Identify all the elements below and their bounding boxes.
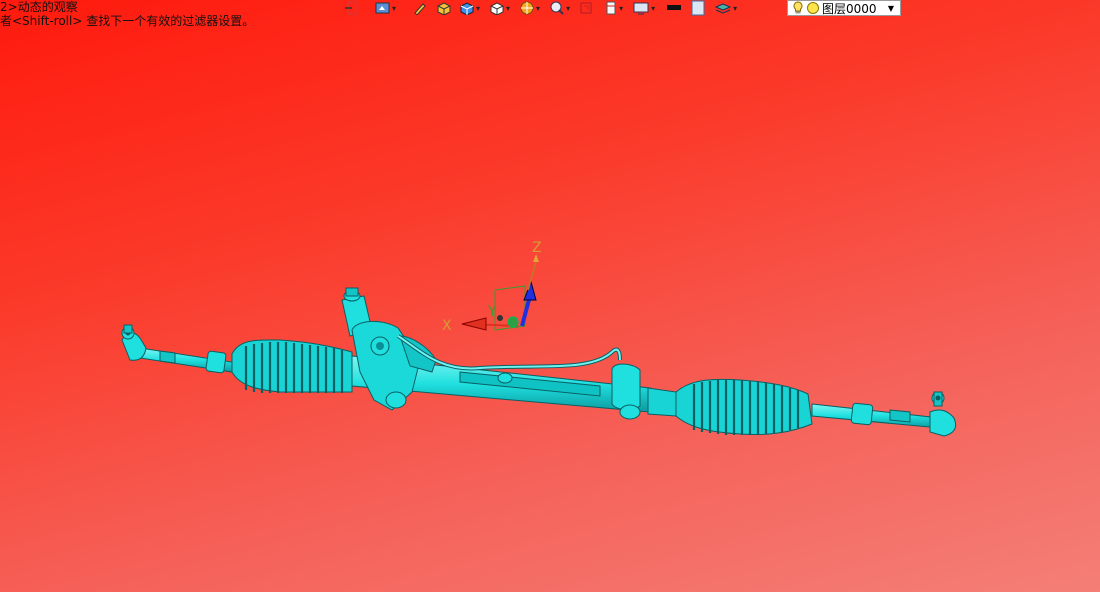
- axis-y-label: Y: [487, 304, 497, 320]
- left-tie-rod[interactable]: [121, 324, 233, 374]
- 3d-viewport[interactable]: X Y Z: [0, 0, 1100, 592]
- right-tie-rod[interactable]: [811, 391, 957, 437]
- axis-z-label: Z: [532, 240, 542, 256]
- left-bellows-boot[interactable]: [231, 339, 353, 393]
- right-bellows-boot[interactable]: [675, 378, 813, 435]
- axis-x-label: X: [442, 318, 452, 334]
- steering-rack-model[interactable]: [121, 287, 957, 437]
- axis-triad[interactable]: X Y Z: [442, 240, 542, 334]
